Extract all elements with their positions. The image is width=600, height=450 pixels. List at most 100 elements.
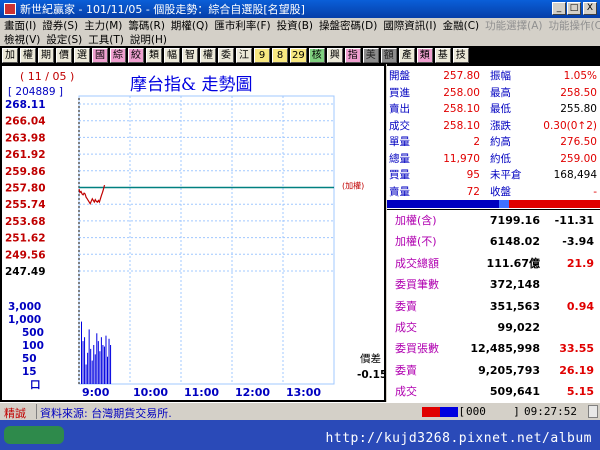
toolbar-button[interactable]: 江	[236, 47, 252, 63]
menu-item[interactable]: 畫面(I)	[4, 18, 36, 33]
price-tick-label: 247.49	[5, 266, 46, 278]
watermark: http://kujd3268.pixnet.net/album	[325, 431, 592, 446]
quote-value: 2	[473, 136, 480, 148]
toolbar-button[interactable]: 技	[452, 47, 469, 63]
market-row: 委買張數 12,485,998 33.55	[387, 340, 600, 358]
bid-ask-divider	[499, 200, 509, 208]
toolbar-button[interactable]: 綜	[110, 47, 126, 63]
toolbar-button[interactable]: 智	[182, 47, 198, 63]
market-label: 成交總額	[395, 256, 439, 270]
time-tick-label: 12:00	[235, 386, 270, 399]
toolbar-button[interactable]: 類	[146, 47, 162, 63]
toolbar-button[interactable]: 權	[20, 47, 36, 63]
toolbar-button[interactable]: 美	[362, 47, 379, 63]
market-value: 111.67億	[486, 256, 540, 270]
volume-bar	[110, 345, 112, 384]
toolbar-button[interactable]: 29	[290, 47, 307, 63]
volume-bar	[88, 329, 90, 384]
toolbar-button[interactable]: 產	[398, 47, 415, 63]
market-value: 372,148	[489, 278, 540, 292]
menu-item[interactable]: 國際資訊(I)	[383, 18, 436, 33]
market-value: 6148.02	[489, 235, 540, 249]
volume-tick-label: 15	[22, 366, 37, 378]
volume-tick-label: 1,000	[8, 314, 41, 326]
toolbar-button[interactable]: 選	[74, 47, 90, 63]
menu2-item[interactable]: 工具(T)	[88, 32, 124, 47]
volume-tick-label: 100	[22, 340, 44, 352]
quote-value: -	[593, 185, 597, 198]
market-change: 21.9	[566, 256, 594, 270]
toolbar-button[interactable]: 權	[200, 47, 216, 63]
time-tick-label: 13:00	[286, 386, 321, 399]
quote-row: 賣量 72 收盤 -	[387, 186, 600, 198]
volume-bar	[84, 337, 86, 384]
market-label: 成交	[395, 321, 417, 334]
quote-label: 賣量	[389, 185, 410, 198]
minimize-button[interactable]: _	[552, 2, 566, 15]
counter-value: 000	[466, 405, 486, 418]
quote-label: 最高	[490, 86, 511, 99]
market-change: 5.15	[566, 385, 594, 399]
menu-item[interactable]: 投資(B)	[277, 18, 313, 33]
toolbar-button[interactable]: 9	[254, 47, 270, 63]
market-row: 成交 509,641 5.15	[387, 383, 600, 401]
market-label: 委賣	[395, 299, 417, 313]
toolbar-button[interactable]: 興	[326, 47, 343, 63]
market-value: 9,205,793	[478, 363, 540, 377]
market-label: 加權(不)	[395, 235, 437, 249]
menu-item[interactable]: 操盤密碼(D)	[319, 18, 377, 33]
menu-item[interactable]: 功能選擇(A)	[485, 18, 542, 33]
quote-label: 開盤	[389, 70, 410, 82]
toolbar-button[interactable]: 絞	[128, 47, 144, 63]
toolbar-button[interactable]: 額	[380, 47, 397, 63]
menu-item[interactable]: 主力(M)	[84, 18, 122, 33]
toolbar-button[interactable]: 國	[92, 47, 108, 63]
market-label: 委買筆數	[395, 278, 439, 292]
market-row: 加權(含) 7199.16 -11.31	[387, 212, 600, 230]
market-value: 7199.16	[489, 214, 540, 227]
toolbar-button[interactable]: 價	[56, 47, 72, 63]
market-change: -3.94	[562, 235, 594, 249]
quote-value: 11,970	[443, 152, 480, 165]
toolbar-button[interactable]: 類	[416, 47, 433, 63]
bid-bar	[387, 200, 499, 208]
volume-bar	[93, 345, 95, 384]
menu-item[interactable]: 籌碼(R)	[128, 18, 165, 33]
toolbar-button[interactable]: 加	[2, 47, 18, 63]
quote-row: 單量 2 約高 276.50	[387, 136, 600, 148]
toolbar-button[interactable]: 指	[344, 47, 361, 63]
window-title: 新世紀贏家 - 101/11/05 - 個股走勢：綜合自選股[名望股]	[20, 3, 305, 16]
quote-value: 0.30(0↑2)	[543, 119, 597, 132]
toolbar-button[interactable]: 委	[218, 47, 234, 63]
price-tick-label: 259.86	[5, 166, 46, 178]
quote-value: 259.00	[560, 152, 597, 165]
maximize-button[interactable]: □	[567, 2, 581, 15]
counter-open: [	[460, 405, 465, 418]
toolbar-button[interactable]: 基	[434, 47, 451, 63]
market-row: 委買筆數 372,148	[387, 276, 600, 294]
toolbar-button[interactable]: 期	[38, 47, 54, 63]
quote-label: 約高	[490, 136, 511, 148]
menu2-item[interactable]: 設定(S)	[46, 32, 82, 47]
start-button[interactable]	[4, 426, 64, 444]
resize-grip[interactable]	[588, 405, 598, 418]
toolbar-button[interactable]: 幅	[164, 47, 180, 63]
toolbar-button[interactable]: 核	[308, 47, 325, 63]
menu-item[interactable]: 功能操作(C)	[549, 18, 600, 33]
menu-item[interactable]: 期權(Q)	[171, 18, 208, 33]
quote-label: 約低	[490, 152, 511, 165]
activity-indicator	[422, 407, 458, 417]
toolbar-button[interactable]: 8	[272, 47, 288, 63]
menu-item[interactable]: 匯市利率(F)	[214, 18, 270, 33]
menu-item[interactable]: 證券(S)	[42, 18, 78, 33]
price-tick-label: 255.74	[5, 199, 46, 211]
quote-label: 最低	[490, 103, 511, 115]
menu-item[interactable]: 金融(C)	[443, 18, 480, 33]
menu2-item[interactable]: 說明(H)	[130, 32, 167, 47]
market-change: 26.19	[559, 363, 594, 377]
market-label: 成交	[395, 385, 417, 399]
time-tick-label: 9:00	[82, 386, 110, 399]
close-button[interactable]: X	[583, 2, 597, 15]
menu2-item[interactable]: 檢視(V)	[4, 32, 40, 47]
diff-label: 價差	[360, 352, 381, 365]
